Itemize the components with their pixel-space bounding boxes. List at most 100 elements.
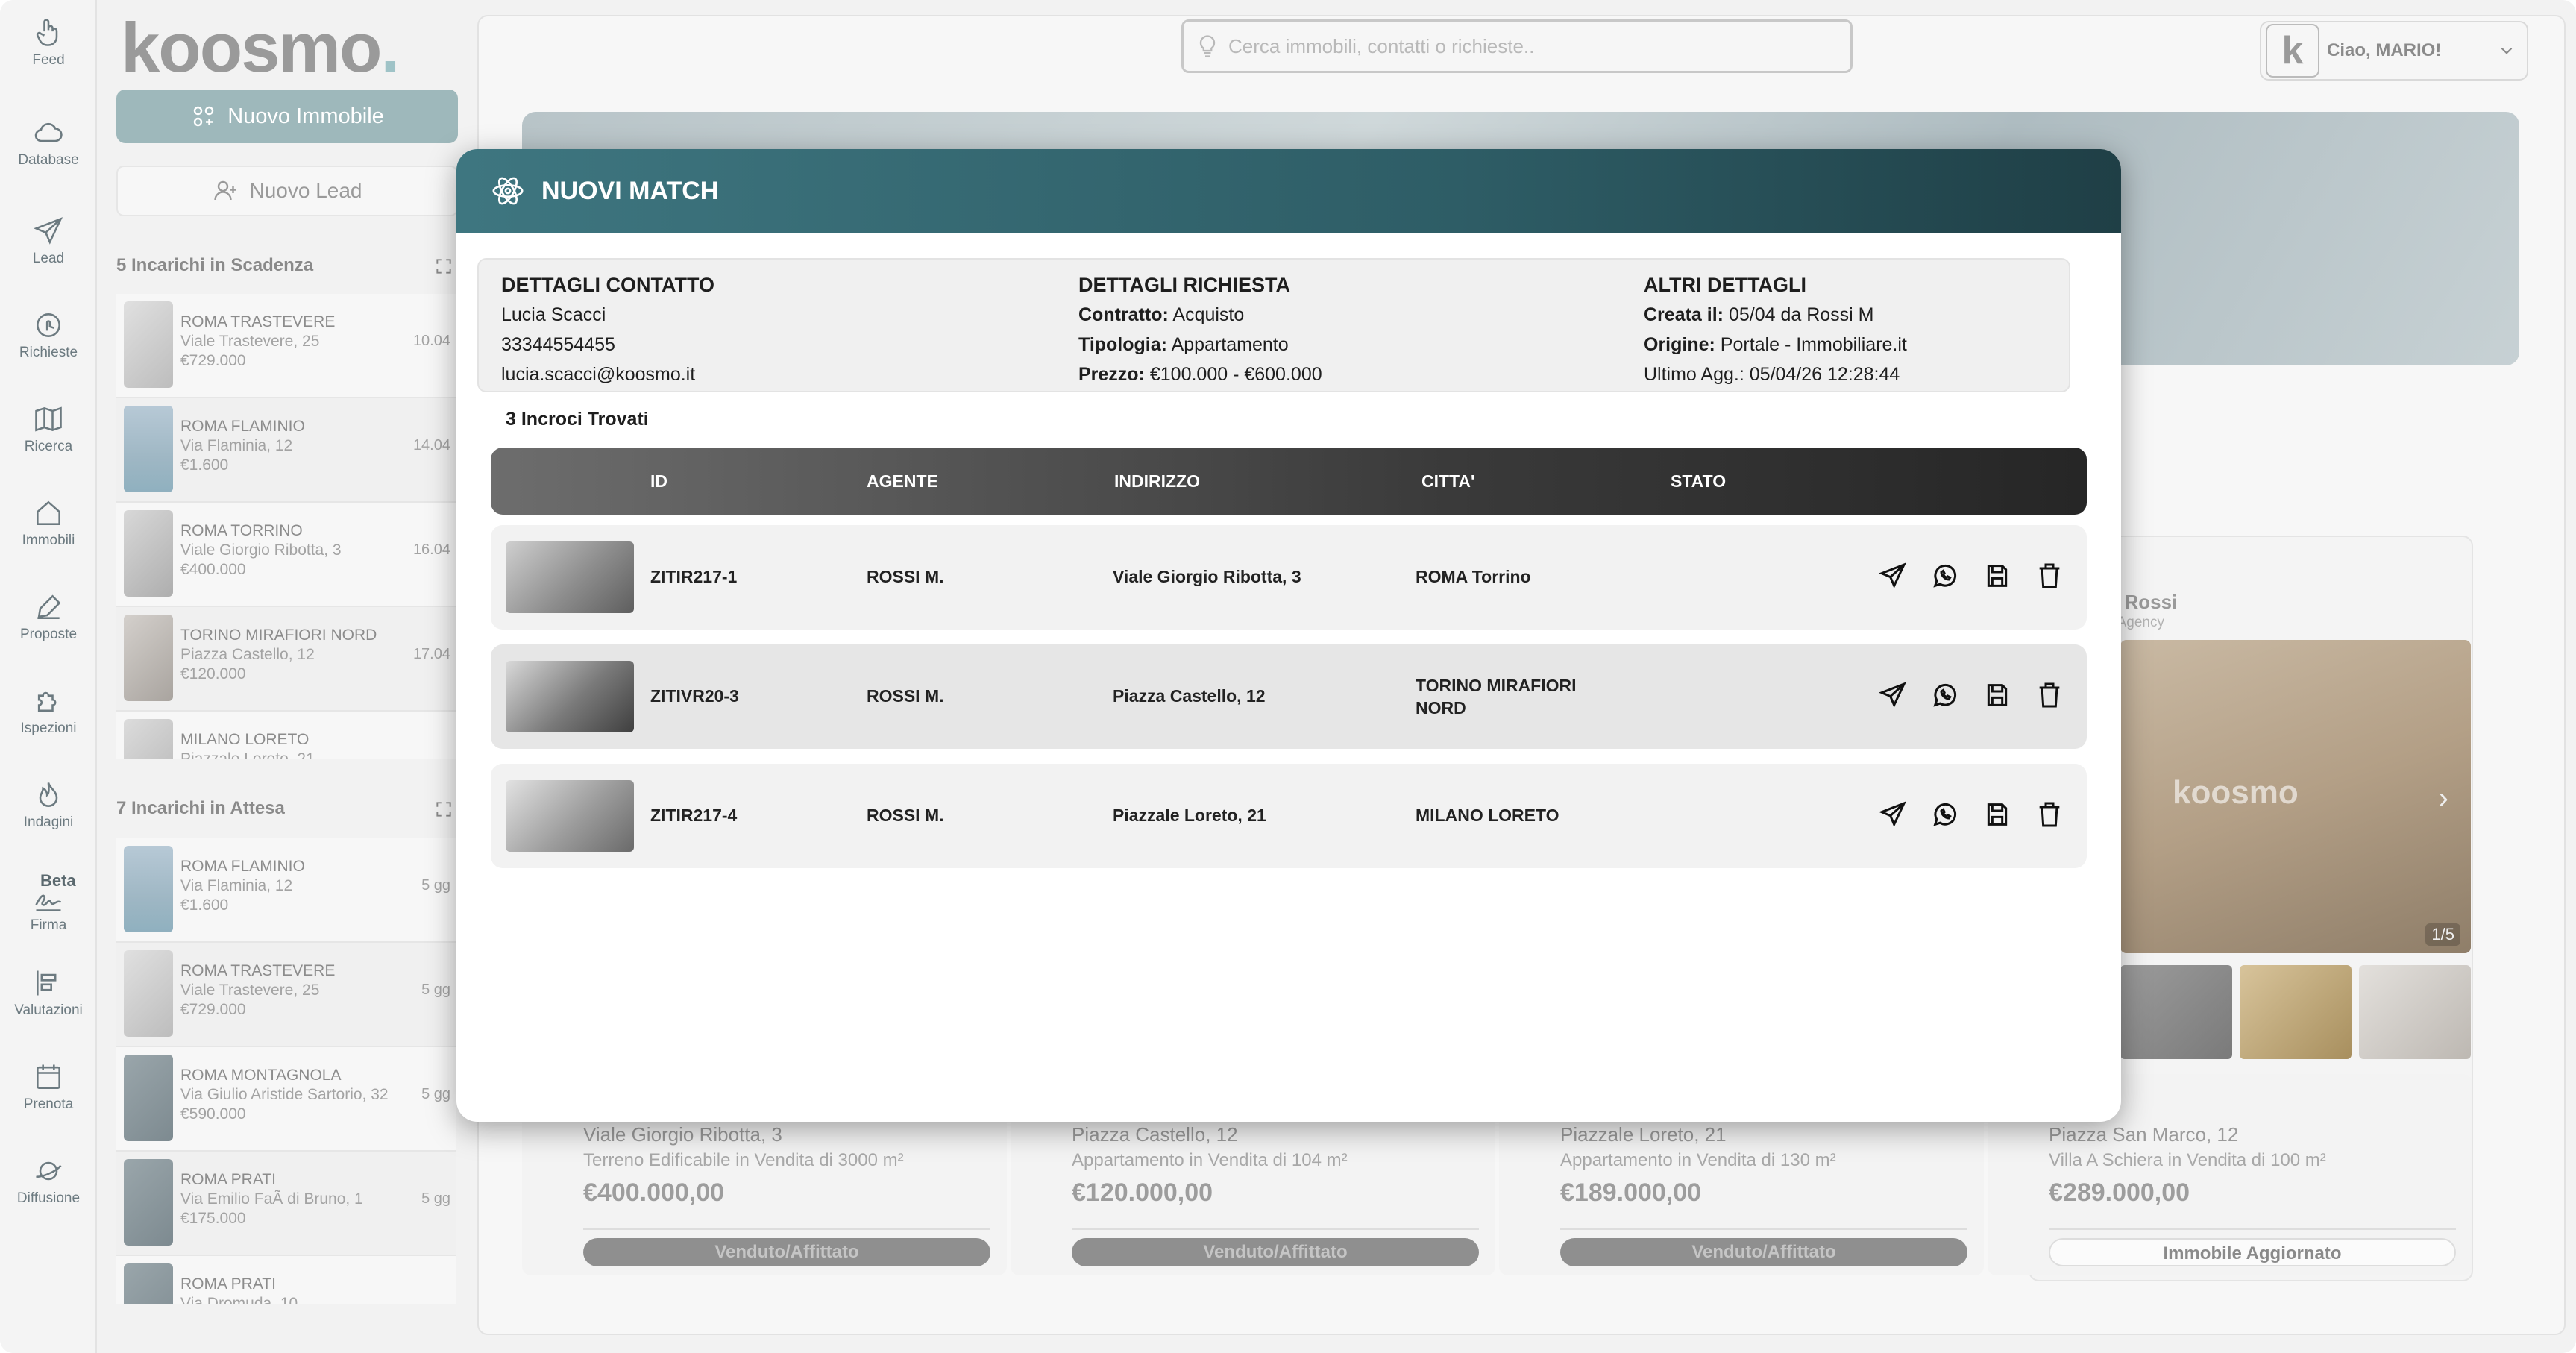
koosmo-logo[interactable]: koosmo. — [121, 7, 400, 88]
rail-label: Prenota — [23, 1096, 74, 1112]
trash-icon[interactable] — [2035, 561, 2064, 591]
expand-icon[interactable] — [434, 257, 453, 276]
rail-label: Valutazioni — [14, 1002, 83, 1018]
search-input[interactable]: Cerca immobili, contatti o richieste.. — [1228, 35, 1534, 58]
user-menu[interactable]: k Ciao, MARIO! — [2260, 21, 2528, 81]
rail-item-ispezioni[interactable]: Ispezioni — [0, 685, 97, 737]
item-date: 10.04 — [412, 333, 450, 349]
search-bar[interactable]: Cerca immobili, contatti o richieste.. — [1181, 19, 1853, 73]
list-item[interactable]: ROMA PRATI Via Emilio FaÃ di Bruno, 1 €175… — [116, 1152, 456, 1256]
rail-item-firma[interactable]: Beta Firma — [0, 871, 97, 934]
trash-icon[interactable] — [2035, 800, 2064, 829]
new-lead-button[interactable]: Nuovo Lead — [116, 166, 458, 216]
status-badge: Immobile Aggiornato — [2049, 1238, 2456, 1266]
rail-item-proposte[interactable]: Proposte — [0, 591, 97, 643]
photo-thumbnail[interactable] — [2359, 965, 2471, 1059]
property-thumbnail — [124, 1159, 173, 1246]
contact-phone[interactable]: 33344554455 — [501, 330, 714, 360]
row-city: MILANO LORETO — [1416, 806, 1559, 825]
trash-icon[interactable] — [2035, 680, 2064, 710]
list-item[interactable]: ROMA TORRINO Viale Giorgio Ribotta, 3 €400… — [116, 503, 456, 607]
rail-label: Ispezioni — [20, 721, 77, 736]
item-address: Viale Trastevere, 25 — [180, 982, 320, 999]
puzzle-icon — [37, 691, 57, 712]
row-agent: ROSSI M. — [867, 567, 944, 586]
list-item[interactable]: ROMA PRATI Via Dromuda, 10 — [116, 1256, 456, 1304]
table-header: ID AGENTE INDIRIZZO CITTA' STATO — [491, 448, 2087, 515]
list-item[interactable]: TORINO MIRAFIORI NORD Piazza Castello, 12… — [116, 607, 456, 712]
send-icon[interactable] — [1878, 800, 1908, 829]
greeting: Ciao, MARIO! — [2327, 40, 2442, 60]
item-price: €1.600 — [180, 456, 229, 474]
avatar: k — [2266, 24, 2319, 78]
add-user-icon — [214, 180, 237, 201]
property-price: €189.000,00 — [1560, 1178, 1702, 1207]
rail-item-valutazioni[interactable]: Valutazioni — [0, 967, 97, 1019]
list-item[interactable]: ROMA FLAMINIO Via Flaminia, 12 €1.600 5 gg — [116, 838, 456, 943]
new-lead-label: Nuovo Lead — [249, 179, 362, 202]
chevron-right-icon[interactable]: › — [2439, 782, 2448, 815]
table-row[interactable]: ZITIVR20-3 ROSSI M. Piazza Castello, 12 … — [491, 644, 2087, 749]
rail-item-immobili[interactable]: Immobili — [0, 497, 97, 549]
property-thumbnail — [124, 950, 173, 1037]
rail-item-feed[interactable]: Feed — [0, 16, 97, 69]
photo-thumbnails — [2120, 965, 2471, 1059]
divider — [1560, 1228, 1967, 1230]
new-property-button[interactable]: Nuovo Immobile — [116, 90, 458, 143]
photo-thumbnail[interactable] — [2120, 965, 2232, 1059]
rail-item-database[interactable]: Database — [0, 116, 97, 169]
item-price: €729.000 — [180, 352, 246, 369]
watermark: koosmo — [2173, 774, 2299, 811]
save-icon[interactable] — [1982, 680, 2012, 710]
property-address: Piazza Castello, 12 — [1072, 1123, 1238, 1146]
property-thumbnail — [124, 1263, 173, 1304]
list-item[interactable]: ROMA MONTAGNOLA Via Giulio Aristide Sarto… — [116, 1047, 456, 1152]
rail-label: Immobili — [22, 533, 75, 548]
rail-item-prenota[interactable]: Prenota — [0, 1061, 97, 1113]
photo-thumbnail[interactable] — [2240, 965, 2352, 1059]
other-heading: ALTRI DETTAGLI — [1644, 274, 1806, 296]
status-badge: Venduto/Affittato — [583, 1238, 990, 1266]
nav-rail: Feed Database Lead Richieste Ricerca Imm… — [0, 0, 97, 1353]
list-item[interactable]: ROMA FLAMINIO Via Flaminia, 12 €1.600 14.04 — [116, 398, 456, 503]
touch-icon — [37, 313, 60, 337]
whatsapp-icon[interactable] — [1930, 800, 1960, 829]
created-value: 05/04 da Rossi M — [1728, 304, 1874, 325]
whatsapp-icon[interactable] — [1930, 680, 1960, 710]
rail-item-lead[interactable]: Lead — [0, 215, 97, 267]
rail-item-indagini[interactable]: Indagini — [0, 779, 97, 831]
list-item[interactable]: ROMA TRASTEVERE Viale Trastevere, 25 €729.… — [116, 943, 456, 1047]
whatsapp-icon[interactable] — [1930, 561, 1960, 591]
row-address: Viale Giorgio Ribotta, 3 — [1113, 567, 1301, 586]
table-row[interactable]: ZITIR217-1 ROSSI M. Viale Giorgio Ribott… — [491, 525, 2087, 630]
row-agent: ROSSI M. — [867, 686, 944, 706]
column-header: AGENTE — [867, 471, 938, 491]
expand-icon[interactable] — [434, 800, 453, 819]
rail-item-ricerca[interactable]: Ricerca — [0, 403, 97, 455]
rail-item-richieste[interactable]: Richieste — [0, 309, 97, 361]
save-icon[interactable] — [1982, 561, 2012, 591]
modal-title: NUOVI MATCH — [541, 176, 719, 205]
origin-label: Origine: — [1644, 334, 1715, 355]
other-details: ALTRI DETTAGLI Creata il: 05/04 da Rossi… — [1644, 270, 1907, 389]
rail-label: Lead — [32, 251, 65, 266]
contact-email[interactable]: lucia.scacci@koosmo.it — [501, 360, 714, 389]
save-icon[interactable] — [1982, 800, 2012, 829]
property-thumbnail — [506, 780, 634, 852]
table-row[interactable]: ZITIR217-4 ROSSI M. Piazzale Loreto, 21 … — [491, 764, 2087, 868]
contract-label: Contratto: — [1078, 304, 1169, 325]
rail-item-diffusione[interactable]: Diffusione — [0, 1155, 97, 1207]
status-badge: Venduto/Affittato — [1560, 1238, 1967, 1266]
property-photo[interactable]: koosmo › 1/5 — [2120, 640, 2471, 953]
property-price: €400.000,00 — [583, 1178, 725, 1207]
list-item[interactable]: ROMA TRASTEVERE Viale Trastevere, 25 €729.… — [116, 294, 456, 398]
item-title: ROMA PRATI — [180, 1171, 276, 1188]
list-item[interactable]: MILANO LORETO Piazzale Loreto, 21 — [116, 712, 456, 759]
send-icon[interactable] — [1878, 561, 1908, 591]
row-city: ROMA Torrino — [1416, 567, 1531, 586]
send-icon[interactable] — [1878, 680, 1908, 710]
property-thumbnail — [124, 406, 173, 492]
paper-plane-icon — [34, 217, 63, 245]
property-thumbnail — [124, 510, 173, 597]
property-thumbnail — [506, 541, 634, 613]
